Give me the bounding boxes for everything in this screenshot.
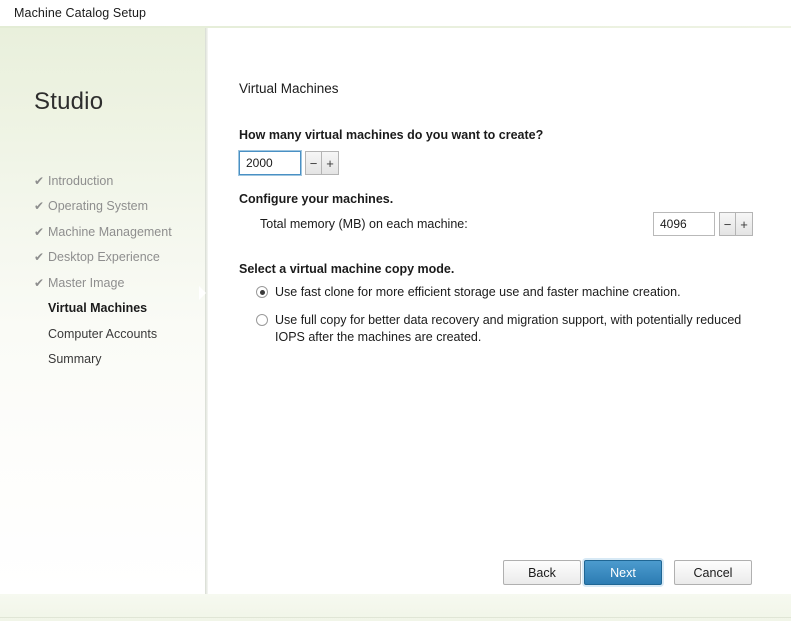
vm-count-stepper[interactable]: − + <box>239 151 339 175</box>
radio-unselected-icon[interactable] <box>256 314 268 326</box>
vm-count-question-label: How many virtual machines do you want to… <box>239 128 544 142</box>
back-button[interactable]: Back <box>503 560 581 585</box>
sidebar-item-label: Summary <box>48 352 102 367</box>
vm-count-stepper-buttons: − + <box>305 151 339 175</box>
page-title: Virtual Machines <box>239 81 339 96</box>
sidebar-item-computer-accounts[interactable]: Computer Accounts <box>34 321 199 347</box>
configure-machines-label: Configure your machines. <box>239 192 394 206</box>
wizard-step-list: ✔ Introduction ✔ Operating System ✔ Mach… <box>34 168 199 372</box>
radio-selected-icon[interactable] <box>256 286 268 298</box>
radio-option-full-copy[interactable]: Use full copy for better data recovery a… <box>256 312 756 346</box>
total-memory-input[interactable] <box>653 212 715 236</box>
total-memory-stepper[interactable]: − + <box>653 212 753 236</box>
wizard-content-panel: Virtual Machines How many virtual machin… <box>208 28 791 594</box>
wizard-sidebar: Studio ✔ Introduction ✔ Operating System… <box>0 28 206 594</box>
sidebar-item-label: Introduction <box>48 173 114 188</box>
vm-count-increment-button[interactable]: + <box>322 151 339 175</box>
copy-mode-label: Select a virtual machine copy mode. <box>239 262 455 276</box>
check-icon: ✔ <box>34 275 45 290</box>
radio-option-fast-clone[interactable]: Use fast clone for more efficient storag… <box>256 284 776 301</box>
vm-count-input[interactable] <box>239 151 301 175</box>
machine-catalog-setup-window: Machine Catalog Setup Studio ✔ Introduct… <box>0 0 791 621</box>
sidebar-item-master-image[interactable]: ✔ Master Image <box>34 270 199 296</box>
sidebar-item-label: Desktop Experience <box>48 250 160 265</box>
sidebar-item-label: Computer Accounts <box>48 326 158 341</box>
total-memory-increment-button[interactable]: + <box>736 212 753 236</box>
vm-count-decrement-button[interactable]: − <box>305 151 322 175</box>
studio-brand-title: Studio <box>34 88 104 115</box>
window-title: Machine Catalog Setup <box>14 6 147 20</box>
wizard-dialog: Studio ✔ Introduction ✔ Operating System… <box>0 28 791 594</box>
check-icon: ✔ <box>34 250 45 265</box>
window-bottom-edge-line <box>0 617 791 618</box>
sidebar-item-desktop-experience[interactable]: ✔ Desktop Experience <box>34 245 199 271</box>
total-memory-stepper-buttons: − + <box>719 212 753 236</box>
check-icon: ✔ <box>34 224 45 239</box>
sidebar-item-machine-management[interactable]: ✔ Machine Management <box>34 219 199 245</box>
dialog-footer: Back Next Cancel <box>208 532 791 594</box>
total-memory-label: Total memory (MB) on each machine: <box>260 217 468 231</box>
sidebar-item-label: Master Image <box>48 275 125 290</box>
check-icon: ✔ <box>34 199 45 214</box>
sidebar-item-label: Operating System <box>48 199 149 214</box>
cancel-button[interactable]: Cancel <box>674 560 752 585</box>
sidebar-item-label: Machine Management <box>48 224 172 239</box>
window-titlebar: Machine Catalog Setup <box>0 0 791 26</box>
sidebar-current-step-notch-icon <box>199 286 206 300</box>
radio-option-label: Use full copy for better data recovery a… <box>275 313 742 344</box>
next-button[interactable]: Next <box>584 560 662 585</box>
sidebar-item-operating-system[interactable]: ✔ Operating System <box>34 194 199 220</box>
sidebar-item-virtual-machines[interactable]: Virtual Machines <box>34 296 199 322</box>
check-icon: ✔ <box>34 173 45 188</box>
sidebar-item-label: Virtual Machines <box>48 301 148 316</box>
sidebar-item-introduction[interactable]: ✔ Introduction <box>34 168 199 194</box>
sidebar-item-summary[interactable]: Summary <box>34 347 199 373</box>
total-memory-decrement-button[interactable]: − <box>719 212 736 236</box>
radio-option-label: Use fast clone for more efficient storag… <box>275 285 681 299</box>
